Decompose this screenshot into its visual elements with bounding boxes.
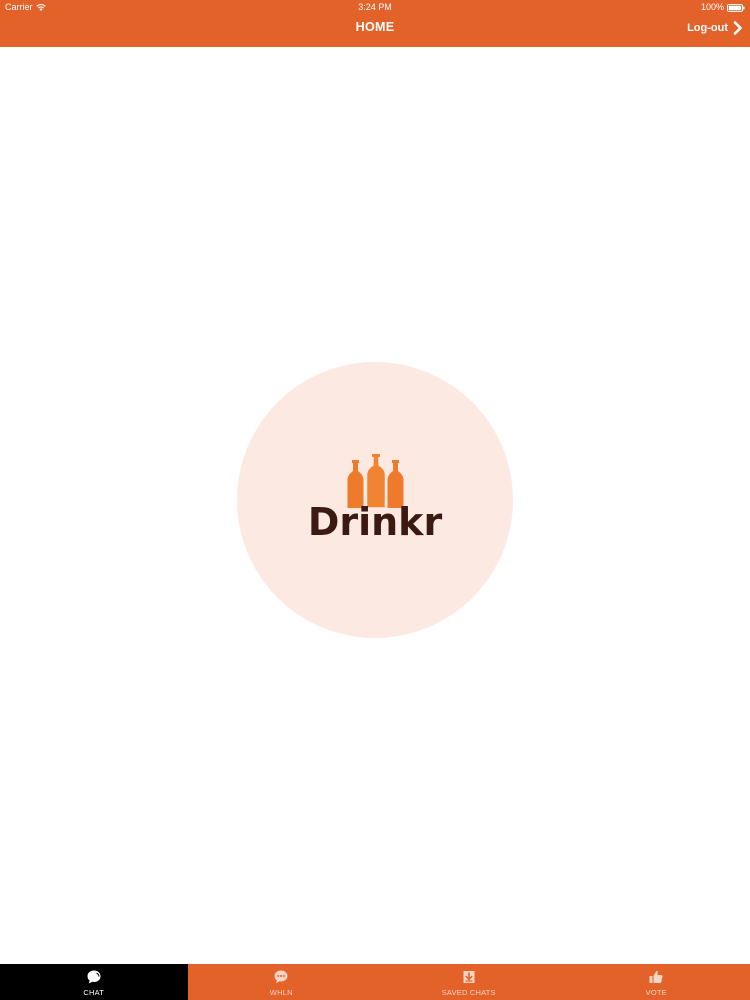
tab-bar: CHAT WHLN SAVED CHATS VOTE [0, 964, 750, 1000]
logout-label: Log-out [687, 21, 728, 34]
tab-label: SAVED CHATS [441, 988, 496, 997]
status-bar: Carrier 3:24 PM 100% [0, 0, 750, 15]
battery-percent: 100% [700, 2, 724, 12]
header: Carrier 3:24 PM 100% HOME Log-out [0, 0, 750, 47]
logo-text: Drinkr [307, 500, 443, 544]
tab-label: CHAT [83, 988, 105, 997]
tab-chat[interactable]: CHAT [0, 964, 188, 1000]
battery-icon [727, 3, 745, 12]
logo-circle: Drinkr [237, 362, 513, 638]
page-title: HOME [355, 20, 395, 34]
tab-label: WHLN [269, 988, 293, 997]
tab-label: VOTE [645, 988, 667, 997]
status-battery: 100% [701, 0, 745, 15]
saved-download-icon [463, 971, 475, 983]
status-time: 3:24 PM [358, 2, 392, 12]
chat-bubble-icon [87, 970, 101, 984]
chevron-right-icon [733, 20, 742, 35]
nav-bar: HOME Log-out [0, 15, 750, 47]
tab-vote[interactable]: VOTE [563, 964, 750, 1000]
speech-bubble-icon [274, 970, 288, 984]
logout-button[interactable]: Log-out [687, 15, 742, 40]
thumbs-up-icon [649, 970, 663, 983]
tab-whln[interactable]: WHLN [188, 964, 376, 1000]
tab-saved-chats[interactable]: SAVED CHATS [375, 964, 563, 1000]
